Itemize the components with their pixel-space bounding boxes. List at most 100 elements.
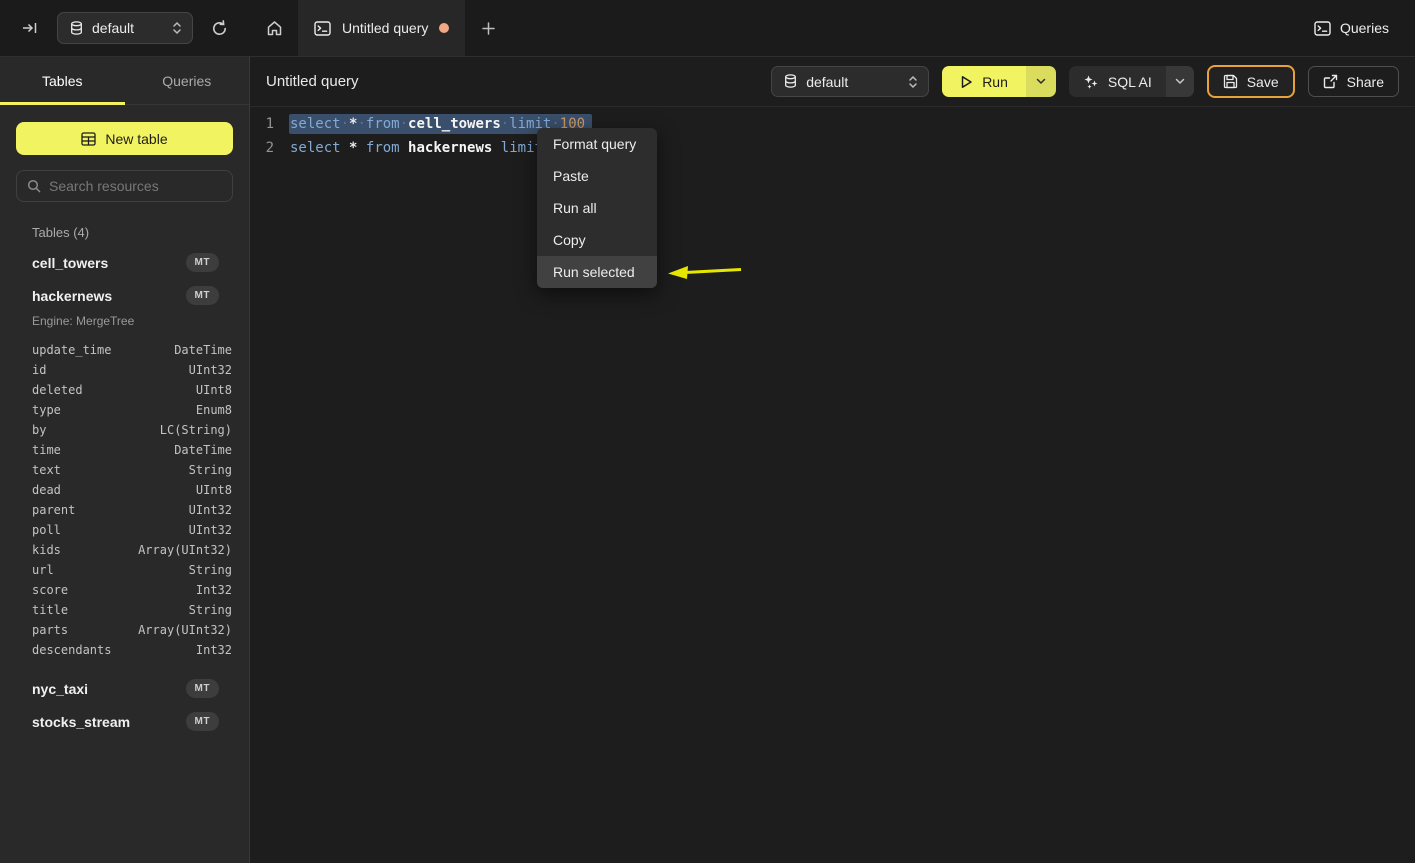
chevron-down-icon bbox=[1175, 78, 1185, 85]
menu-item-run-all[interactable]: Run all bbox=[537, 192, 657, 224]
code-line[interactable]: 2select * from hackernews limit bbox=[250, 136, 1415, 160]
column-type: UInt32 bbox=[189, 523, 232, 537]
column-row[interactable]: parentUInt32 bbox=[32, 500, 232, 520]
collapse-sidebar-button[interactable] bbox=[18, 16, 43, 40]
database-icon bbox=[70, 21, 83, 36]
column-row[interactable]: deadUInt8 bbox=[32, 480, 232, 500]
table-icon bbox=[81, 132, 96, 146]
engine-badge: MT bbox=[186, 712, 219, 731]
column-type: Int32 bbox=[196, 643, 232, 657]
token-ws: · bbox=[341, 116, 349, 132]
code-line[interactable]: 1select·*·from·cell_towers·limit·100 bbox=[250, 112, 1415, 136]
table-row-cell_towers[interactable]: cell_towersMT bbox=[16, 246, 233, 279]
query-title: Untitled query bbox=[266, 73, 359, 90]
column-row[interactable]: idUInt32 bbox=[32, 360, 232, 380]
column-row[interactable]: update_timeDateTime bbox=[32, 340, 232, 360]
new-tab-button[interactable] bbox=[465, 0, 511, 56]
queries-button[interactable]: Queries bbox=[1314, 20, 1389, 36]
sql-ai-label: SQL AI bbox=[1108, 74, 1152, 90]
sidebar-tab-tables[interactable]: Tables bbox=[0, 57, 125, 104]
column-type: String bbox=[189, 603, 232, 617]
topbar-database-selector[interactable]: default bbox=[57, 12, 193, 44]
chevron-updown-icon bbox=[172, 21, 182, 35]
column-row[interactable]: scoreInt32 bbox=[32, 580, 232, 600]
topbar-left: default bbox=[0, 0, 250, 56]
column-name: parts bbox=[32, 623, 138, 637]
toolbar-database-selector[interactable]: default bbox=[771, 66, 929, 97]
run-split-button: Run bbox=[942, 66, 1056, 97]
engine-badge: MT bbox=[186, 253, 219, 272]
search-box bbox=[16, 170, 233, 202]
column-name: by bbox=[32, 423, 160, 437]
column-row[interactable]: kidsArray(UInt32) bbox=[32, 540, 232, 560]
search-input[interactable] bbox=[49, 178, 230, 194]
new-table-button[interactable]: New table bbox=[16, 122, 233, 155]
column-name: title bbox=[32, 603, 189, 617]
sidebar-tab-queries[interactable]: Queries bbox=[125, 57, 250, 104]
context-menu: Format queryPasteRun allCopyRun selected bbox=[537, 128, 657, 288]
menu-item-copy[interactable]: Copy bbox=[537, 224, 657, 256]
token-tbl: cell_towers bbox=[408, 116, 501, 132]
column-name: parent bbox=[32, 503, 189, 517]
line-number: 2 bbox=[250, 136, 274, 160]
engine-badge: MT bbox=[186, 679, 219, 698]
column-row[interactable]: byLC(String) bbox=[32, 420, 232, 440]
column-name: url bbox=[32, 563, 189, 577]
column-row[interactable]: partsArray(UInt32) bbox=[32, 620, 232, 640]
column-type: String bbox=[189, 463, 232, 477]
token-kw: select bbox=[290, 116, 341, 132]
refresh-icon bbox=[211, 20, 228, 37]
sidebar-scroll[interactable]: Tables (4) cell_towersMThackernewsMTEngi… bbox=[0, 202, 249, 863]
column-name: score bbox=[32, 583, 196, 597]
terminal-icon bbox=[314, 21, 331, 36]
home-button[interactable] bbox=[250, 0, 298, 56]
run-button[interactable]: Run bbox=[942, 66, 1026, 97]
token-sp bbox=[341, 140, 349, 156]
column-row[interactable]: textString bbox=[32, 460, 232, 480]
sidebar-pin-icon bbox=[22, 20, 39, 36]
column-row[interactable]: descendantsInt32 bbox=[32, 640, 232, 660]
column-row[interactable]: timeDateTime bbox=[32, 440, 232, 460]
menu-item-paste[interactable]: Paste bbox=[537, 160, 657, 192]
sql-editor[interactable]: 1select·*·from·cell_towers·limit·1002sel… bbox=[250, 107, 1415, 863]
column-name: descendants bbox=[32, 643, 196, 657]
tables-list: cell_towersMThackernewsMTEngine: MergeTr… bbox=[16, 246, 233, 738]
database-icon bbox=[784, 74, 797, 89]
main-panel: Untitled query default bbox=[250, 57, 1415, 863]
refresh-button[interactable] bbox=[207, 16, 232, 41]
column-row[interactable]: pollUInt32 bbox=[32, 520, 232, 540]
table-columns: update_timeDateTimeidUInt32deletedUInt8t… bbox=[16, 334, 233, 672]
app-window: default bbox=[0, 0, 1415, 863]
column-name: deleted bbox=[32, 383, 196, 397]
column-row[interactable]: deletedUInt8 bbox=[32, 380, 232, 400]
save-icon bbox=[1223, 74, 1238, 89]
table-row-hackernews[interactable]: hackernewsMT bbox=[16, 279, 233, 312]
column-type: UInt32 bbox=[189, 503, 232, 517]
column-row[interactable]: urlString bbox=[32, 560, 232, 580]
save-button[interactable]: Save bbox=[1207, 65, 1295, 98]
table-row-nyc_taxi[interactable]: nyc_taxiMT bbox=[16, 672, 233, 705]
column-name: update_time bbox=[32, 343, 174, 357]
terminal-icon bbox=[1314, 21, 1331, 36]
menu-item-format-query[interactable]: Format query bbox=[537, 128, 657, 160]
sql-ai-button[interactable]: SQL AI bbox=[1069, 66, 1166, 97]
table-name: stocks_stream bbox=[32, 714, 186, 730]
token-sp bbox=[492, 140, 500, 156]
sql-ai-options-button[interactable] bbox=[1166, 66, 1194, 97]
search-icon bbox=[27, 179, 41, 193]
share-label: Share bbox=[1347, 74, 1384, 90]
engine-badge: MT bbox=[186, 286, 219, 305]
share-button[interactable]: Share bbox=[1308, 66, 1399, 97]
run-options-button[interactable] bbox=[1026, 66, 1056, 97]
share-icon bbox=[1323, 74, 1338, 89]
sidebar: Tables Queries New table bbox=[0, 57, 250, 863]
column-row[interactable]: typeEnum8 bbox=[32, 400, 232, 420]
column-type: Int32 bbox=[196, 583, 232, 597]
column-type: UInt8 bbox=[196, 383, 232, 397]
tab-untitled-query[interactable]: Untitled query bbox=[298, 0, 465, 56]
column-type: DateTime bbox=[174, 343, 232, 357]
queries-label: Queries bbox=[1340, 20, 1389, 36]
table-row-stocks_stream[interactable]: stocks_streamMT bbox=[16, 705, 233, 738]
menu-item-run-selected[interactable]: Run selected bbox=[537, 256, 657, 288]
column-row[interactable]: titleString bbox=[32, 600, 232, 620]
